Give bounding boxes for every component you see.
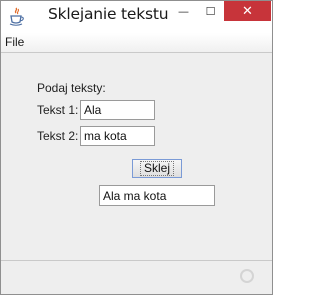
minimize-button[interactable]: — <box>170 1 197 21</box>
prompt-label: Podaj teksty: <box>37 81 106 95</box>
menu-bar: File <box>1 33 272 53</box>
menu-file[interactable]: File <box>5 35 24 49</box>
maximize-button[interactable]: ☐ <box>197 1 224 21</box>
java-coffee-cup-icon[interactable] <box>9 7 25 27</box>
busy-spinner-icon <box>240 269 254 283</box>
window-title: Sklejanie tekstu <box>48 5 169 23</box>
text2-label: Tekst 2: <box>37 129 79 143</box>
title-bar[interactable]: Sklejanie tekstu — ☐ ✕ <box>1 1 272 33</box>
app-window: Sklejanie tekstu — ☐ ✕ File Podaj teksty… <box>0 0 273 295</box>
text2-input[interactable] <box>80 126 155 146</box>
form-panel: Podaj teksty: Tekst 1: Tekst 2: Sklej <box>1 53 272 260</box>
maximize-icon: ☐ <box>205 4 216 18</box>
text1-input[interactable] <box>80 100 155 120</box>
close-button[interactable]: ✕ <box>224 1 271 21</box>
close-icon: ✕ <box>242 3 253 19</box>
status-bar <box>1 260 272 294</box>
join-button-label: Sklej <box>139 161 174 176</box>
text1-label: Tekst 1: <box>37 103 79 117</box>
minimize-icon: — <box>178 4 189 18</box>
result-field[interactable] <box>99 185 215 206</box>
join-button[interactable]: Sklej <box>132 159 182 178</box>
